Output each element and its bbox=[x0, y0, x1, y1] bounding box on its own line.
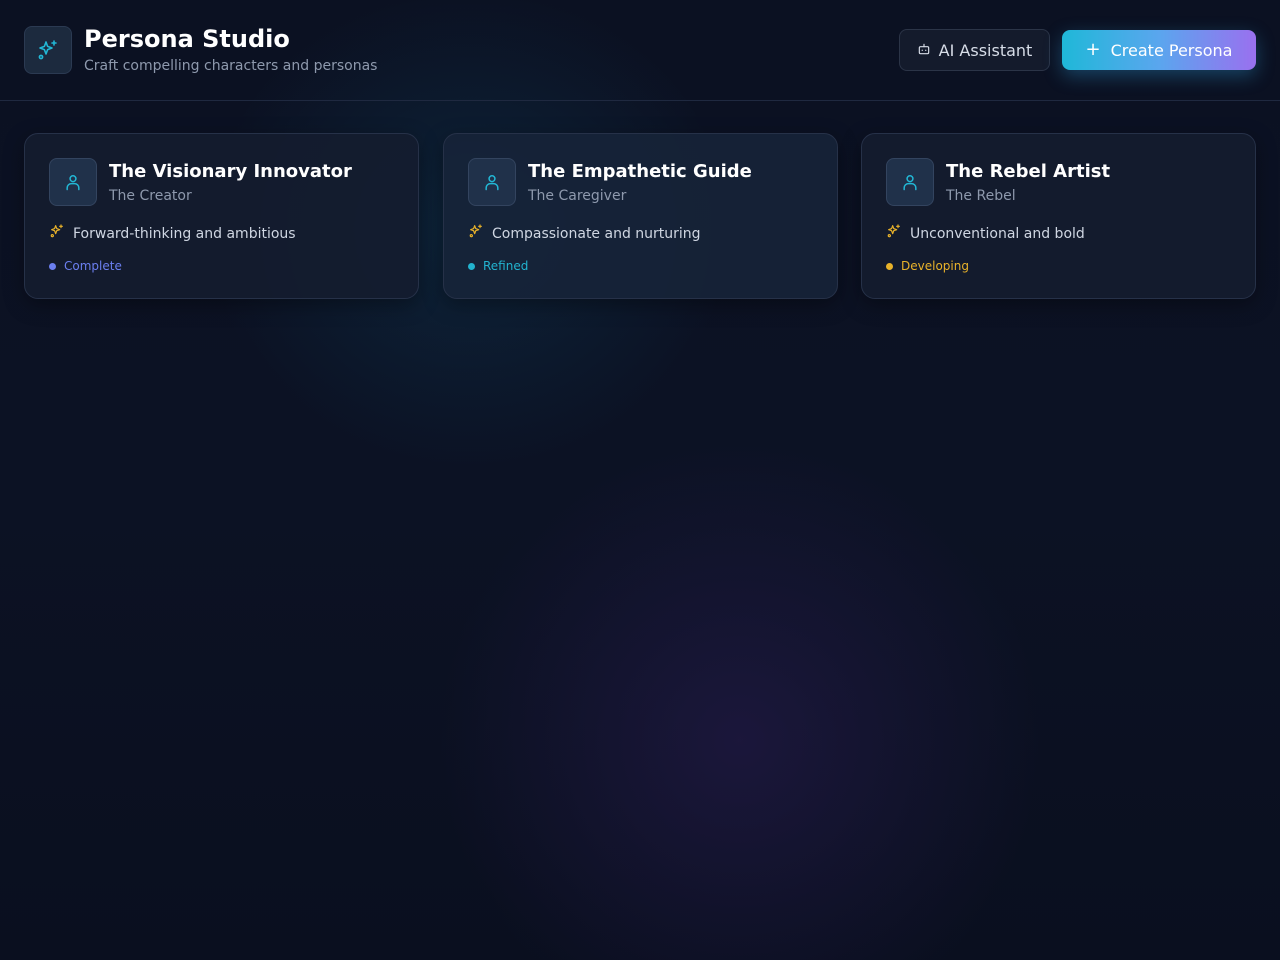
plus-icon: + bbox=[1085, 39, 1101, 60]
persona-card[interactable]: The Visionary Innovator The Creator Forw… bbox=[24, 133, 419, 299]
persona-trait-text: Forward-thinking and ambitious bbox=[73, 225, 296, 242]
persona-archetype: The Caregiver bbox=[528, 188, 627, 204]
persona-card[interactable]: The Empathetic Guide The Caregiver Compa… bbox=[443, 133, 838, 299]
ai-assistant-button[interactable]: AI Assistant bbox=[899, 29, 1050, 71]
app-title: Persona Studio bbox=[84, 25, 290, 53]
persona-name: The Rebel Artist bbox=[946, 161, 1111, 182]
persona-trait-text: Unconventional and bold bbox=[910, 225, 1085, 242]
create-persona-label: Create Persona bbox=[1110, 40, 1233, 60]
app-subtitle: Craft compelling characters and personas bbox=[84, 58, 378, 74]
persona-trait: Compassionate and nurturing bbox=[468, 223, 701, 244]
persona-archetype: The Creator bbox=[109, 188, 192, 204]
user-icon bbox=[49, 158, 97, 206]
sparkles-icon bbox=[886, 223, 902, 244]
ai-assistant-label: AI Assistant bbox=[938, 40, 1033, 60]
persona-trait: Unconventional and bold bbox=[886, 223, 1085, 244]
user-icon bbox=[886, 158, 934, 206]
persona-card[interactable]: The Rebel Artist The Rebel Unconventiona… bbox=[861, 133, 1256, 299]
status-dot bbox=[886, 262, 893, 270]
persona-name: The Empathetic Guide bbox=[528, 161, 752, 182]
bot-icon bbox=[917, 41, 931, 60]
persona-trait: Forward-thinking and ambitious bbox=[49, 223, 296, 244]
status-label: Refined bbox=[483, 259, 529, 273]
status-badge: Refined bbox=[468, 258, 528, 274]
status-label: Developing bbox=[901, 259, 969, 273]
persona-trait-text: Compassionate and nurturing bbox=[492, 225, 701, 242]
sparkles-icon bbox=[49, 223, 65, 244]
user-icon bbox=[468, 158, 516, 206]
persona-archetype: The Rebel bbox=[946, 188, 1016, 204]
status-badge: Developing bbox=[886, 258, 969, 274]
status-dot bbox=[468, 262, 475, 270]
status-badge: Complete bbox=[49, 258, 122, 274]
status-dot bbox=[49, 262, 56, 270]
status-label: Complete bbox=[64, 259, 122, 273]
sparkles-icon bbox=[24, 26, 72, 74]
app-header: Persona Studio Craft compelling characte… bbox=[0, 0, 1280, 101]
create-persona-button[interactable]: + Create Persona bbox=[1062, 30, 1256, 70]
persona-name: The Visionary Innovator bbox=[109, 161, 352, 182]
sparkles-icon bbox=[468, 223, 484, 244]
